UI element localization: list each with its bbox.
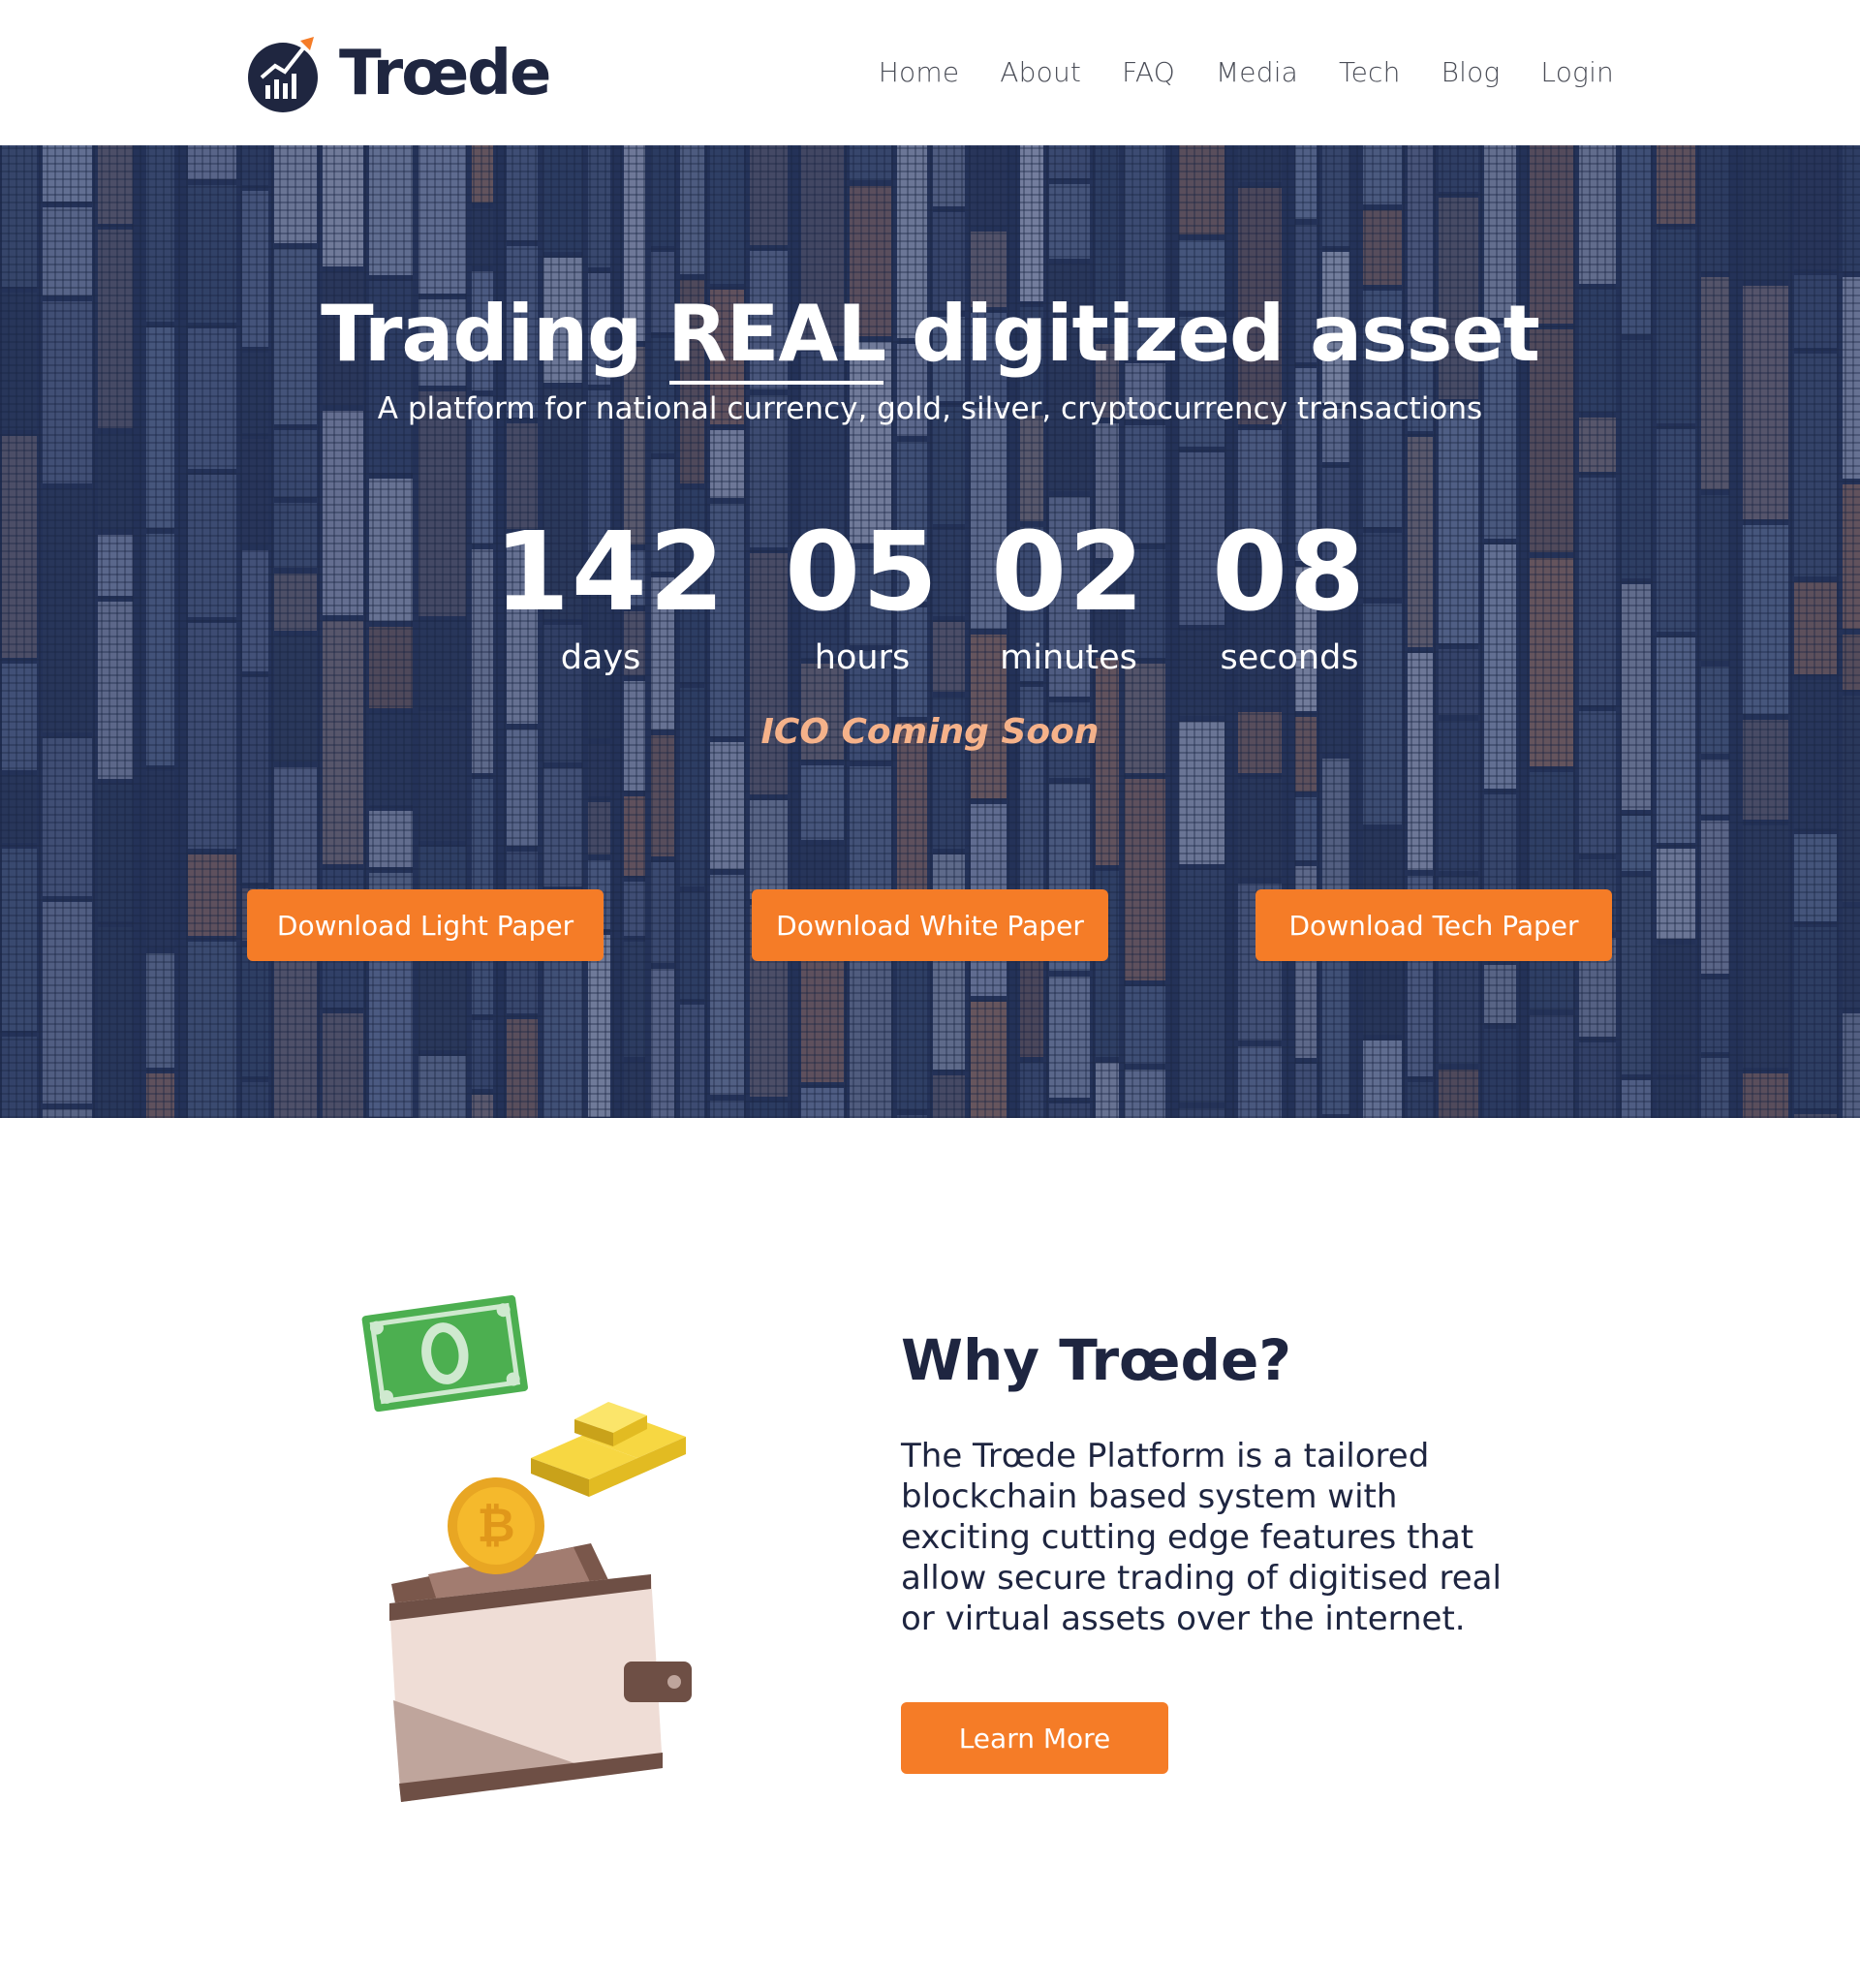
nav-about[interactable]: About <box>1000 56 1081 88</box>
download-light-paper-button[interactable]: Download Light Paper <box>247 889 604 961</box>
why-description: The Trœde Platform is a tailored blockch… <box>901 1437 1502 1638</box>
countdown-minutes: 02 minutes <box>976 518 1161 677</box>
learn-more-button[interactable]: Learn More <box>901 1702 1168 1774</box>
countdown-seconds-value: 08 <box>1212 510 1367 636</box>
main-nav: Home About FAQ Media Tech Blog Login <box>879 56 1614 88</box>
countdown-days: 142 days <box>494 510 727 677</box>
gold-bars-icon <box>531 1402 686 1497</box>
countdown-hours: 05 hours <box>775 518 949 677</box>
hero-title-pre: Trading <box>321 289 668 379</box>
hero-subtitle: A platform for national currency, gold, … <box>377 391 1483 426</box>
hero-section: Trading REAL digitized asset A platform … <box>0 145 1860 1118</box>
countdown-seconds-label: seconds <box>1220 638 1359 677</box>
hero-title: Trading REAL digitized asset <box>0 289 1860 385</box>
nav-blog[interactable]: Blog <box>1442 56 1501 88</box>
countdown-seconds: 08 seconds <box>1197 518 1381 677</box>
countdown-timer: 142 days 05 hours 02 minutes 08 seconds <box>0 518 1860 683</box>
nav-media[interactable]: Media <box>1216 56 1298 88</box>
brand-name: Trœde <box>339 38 551 109</box>
bitcoin-coin-icon: ₿ <box>448 1477 544 1574</box>
svg-text:₿: ₿ <box>477 1499 514 1553</box>
assets-illustration: ₿ <box>360 1293 728 1807</box>
why-title: Why Trœde? <box>901 1327 1292 1393</box>
countdown-days-label: days <box>560 638 641 677</box>
site-header: Trœde Home About FAQ Media Tech Blog Log… <box>0 0 1860 145</box>
chart-growth-icon <box>246 35 320 112</box>
wallet-icon <box>389 1543 692 1802</box>
brand-logo[interactable]: Trœde <box>246 33 551 114</box>
hero-title-emphasis: REAL <box>667 289 886 385</box>
countdown-minutes-label: minutes <box>1000 638 1137 677</box>
nav-faq[interactable]: FAQ <box>1122 56 1175 88</box>
nav-home[interactable]: Home <box>879 56 960 88</box>
ico-coming-soon: ICO Coming Soon <box>760 712 1100 752</box>
download-white-paper-button[interactable]: Download White Paper <box>752 889 1108 961</box>
hero-title-post: digitized asset <box>885 289 1540 379</box>
nav-tech[interactable]: Tech <box>1339 56 1401 88</box>
countdown-hours-value: 05 <box>785 510 940 636</box>
download-tech-paper-button[interactable]: Download Tech Paper <box>1256 889 1612 961</box>
countdown-minutes-value: 02 <box>991 510 1146 636</box>
countdown-hours-label: hours <box>814 638 911 677</box>
nav-login[interactable]: Login <box>1540 56 1614 88</box>
banknote-icon <box>361 1294 528 1413</box>
countdown-days-value: 142 <box>494 510 727 636</box>
